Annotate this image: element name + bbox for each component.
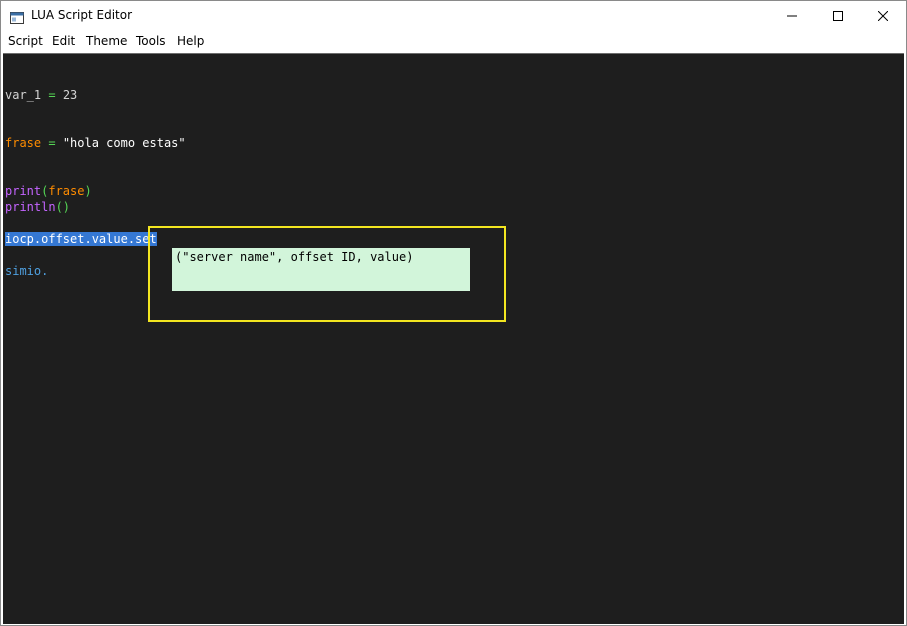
close-icon <box>878 11 888 21</box>
identifier: var_1 <box>5 88 42 102</box>
menu-help[interactable]: Help <box>177 34 204 48</box>
maximize-button[interactable] <box>815 1 861 31</box>
app-window: LUA Script Editor Script Edit Theme Tool… <box>0 0 907 626</box>
identifier: frase <box>5 136 42 150</box>
code-line-5: iocp.offset.value.set <box>5 231 157 247</box>
minimize-icon <box>787 15 797 17</box>
window-title: LUA Script Editor <box>31 8 133 22</box>
argument: frase <box>48 184 85 198</box>
app-icon <box>10 9 24 24</box>
operator: = <box>41 136 63 150</box>
close-button[interactable] <box>860 1 906 31</box>
function-name: println <box>5 200 56 214</box>
menu-theme[interactable]: Theme <box>86 34 127 48</box>
string-literal: "hola como estas" <box>62 136 186 150</box>
code-line-1: var_1 = 23 <box>5 87 77 103</box>
selected-text: iocp.offset.value.set <box>5 232 157 246</box>
menu-tools[interactable]: Tools <box>136 34 166 48</box>
minimize-button[interactable] <box>769 1 815 31</box>
function-name: print <box>5 184 42 198</box>
number-literal: 23 <box>62 88 78 102</box>
menu-bar: Script Edit Theme Tools Help <box>1 31 906 51</box>
operator: = <box>41 88 63 102</box>
code-line-4: println() <box>5 199 70 215</box>
paren: ) <box>84 184 92 198</box>
code-line-3: print(frase) <box>5 183 92 199</box>
code-line-6: simio. <box>5 264 49 278</box>
signature-tooltip: ("server name", offset ID, value) <box>172 248 470 291</box>
title-bar[interactable]: LUA Script Editor <box>1 1 906 31</box>
paren: () <box>55 200 71 214</box>
code-line-2: frase = "hola como estas" <box>5 135 186 151</box>
maximize-icon <box>833 11 843 21</box>
menu-edit[interactable]: Edit <box>52 34 75 48</box>
menu-script[interactable]: Script <box>8 34 43 48</box>
code-editor[interactable]: var_1 = 23 frase = "hola como estas" pri… <box>3 53 904 624</box>
